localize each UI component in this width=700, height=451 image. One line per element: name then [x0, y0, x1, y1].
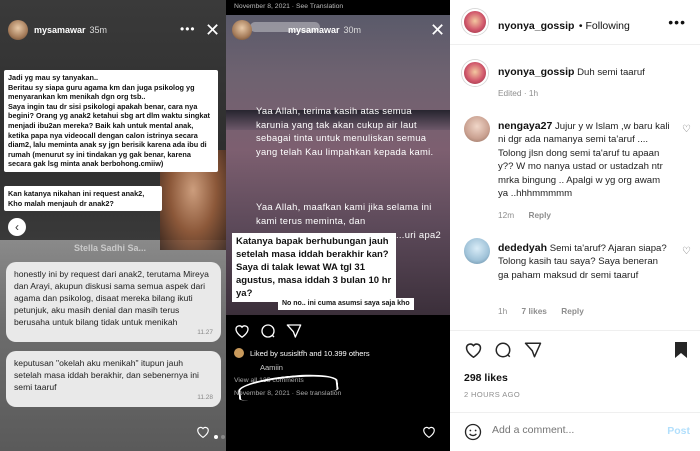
story-mid-footer-meta: November 8, 2021 · See translation [234, 390, 342, 397]
comment-2: dededyah Semi ta'aruf? Ajaran siapa? Tol… [498, 242, 670, 282]
heart-icon[interactable] [422, 425, 436, 438]
post-date: 2 HOURS AGO [464, 390, 521, 399]
comment-1-meta: 12m Reply [498, 210, 551, 220]
prayer-text-2: Yaa Allah, maafkan kami jika selama ini … [256, 201, 432, 226]
carousel-dot [221, 435, 225, 439]
caption-avatar[interactable] [462, 60, 488, 86]
comment-2-likes[interactable]: 7 likes [522, 306, 547, 316]
share-icon[interactable] [524, 341, 542, 359]
story-mid-top-meta: November 8, 2021 · See Translation [234, 3, 344, 10]
story-time: 30m [343, 25, 362, 35]
post-comment-button[interactable]: Post [667, 425, 690, 437]
comment-1-username[interactable]: nengaya27 [498, 120, 552, 132]
story-user-line: mysamawar 35m [34, 25, 107, 35]
post-panel: nyonya_gossip • Following ••• nyonya_gos… [450, 0, 700, 451]
heart-icon[interactable] [196, 425, 210, 438]
likes-count[interactable]: 298 likes [464, 372, 508, 384]
comment-1: nengaya27 Jujur y w Islam ,w baru kali n… [498, 120, 670, 200]
story-mid-panel: November 8, 2021 · See Translation mysam… [226, 0, 450, 451]
comment-avatar-nengaya27[interactable] [464, 116, 490, 142]
question-box: Katanya bapak berhubungan jauh setelah m… [232, 233, 396, 302]
chat-bubble-2: keputusan "okelah aku menikah" itupun ja… [6, 351, 221, 407]
following-button[interactable]: Following [586, 20, 630, 32]
comment-avatar-dededyah[interactable] [464, 238, 490, 264]
story-user-line: mysamawar 30m [288, 25, 361, 35]
watermark-text: Stella Sadhi Sa... [74, 243, 147, 253]
post-header: nyonya_gossip • Following ••• [450, 0, 700, 45]
like-heart-icon[interactable] [464, 341, 483, 358]
liked-by-avatar [234, 348, 244, 358]
story-time: 35m [89, 25, 108, 35]
bookmark-icon[interactable] [674, 341, 688, 359]
author-username[interactable]: nyonya_gossip [498, 20, 574, 32]
story-avatar[interactable] [8, 20, 28, 40]
prayer-text-2-tail: ...uri apa2 [396, 229, 441, 240]
reply-box: No no.. ini cuma asumsi saya saja kho [278, 298, 414, 310]
comment-1-reply-button[interactable]: Reply [528, 210, 551, 220]
add-comment-input[interactable] [492, 424, 642, 436]
question2-textbox: Kan katanya nikahan ini request anak2, K… [4, 186, 162, 212]
close-icon[interactable]: ✕ [430, 21, 445, 39]
heart-icon[interactable] [234, 323, 250, 338]
comment-icon[interactable] [494, 341, 512, 359]
author-line: nyonya_gossip • Following [498, 16, 630, 34]
chat-bubble-2-text: keputusan "okelah aku menikah" itupun ja… [14, 358, 199, 392]
carousel-dot-active [214, 435, 218, 439]
chat-bubble-1-time: 11.27 [197, 329, 213, 336]
story-username[interactable]: mysamawar [34, 25, 86, 35]
prayer-text-1: Yaa Allah, terima kasih atas semua karun… [256, 105, 434, 157]
comment-2-reply-button[interactable]: Reply [561, 306, 584, 316]
separator-dot: • [578, 20, 586, 32]
chat-bubble-2-time: 11.28 [197, 394, 213, 401]
comment-2-meta: 1h 7 likes Reply [498, 306, 584, 316]
question-textbox: Jadi yg mau sy tanyakan.. Beritau sy sia… [4, 70, 218, 172]
story-left-panel: mysamawar 35m ••• ✕ Jadi yg mau sy tanyak… [0, 0, 226, 451]
close-icon[interactable]: ✕ [205, 21, 220, 39]
story-username[interactable]: mysamawar [288, 25, 340, 35]
comment-1-time: 12m [498, 210, 515, 220]
caption-meta: Edited · 1h [498, 88, 539, 98]
comment-1-text: Jujur y w Islam ,w baru kali ni dgr ada … [498, 121, 670, 200]
comment-icon[interactable] [260, 323, 276, 339]
like-comment-heart-icon[interactable]: ♡ [682, 124, 691, 135]
emoji-icon[interactable] [464, 423, 482, 441]
previous-story-button[interactable]: ‹ [8, 218, 26, 236]
share-icon[interactable] [286, 323, 302, 339]
more-options-icon[interactable]: ••• [668, 14, 686, 30]
author-avatar[interactable] [462, 9, 488, 35]
chat-bubble-1: honestly ini by request dari anak2, teru… [6, 262, 221, 342]
caption: nyonya_gossip Duh semi taaruf [498, 66, 688, 79]
comment-2-username[interactable]: dededyah [498, 242, 547, 254]
comment-peek: Aamiin [260, 363, 283, 372]
comment-2-time: 1h [498, 306, 508, 316]
story-avatar[interactable] [232, 20, 252, 40]
caption-text: Duh semi taaruf [577, 67, 645, 78]
like-comment-heart-icon[interactable]: ♡ [682, 246, 691, 257]
chat-bubble-1-text: honestly ini by request dari anak2, teru… [14, 269, 209, 327]
caption-username[interactable]: nyonya_gossip [498, 66, 574, 78]
liked-by-text[interactable]: Liked by susisltfh and 10.399 others [250, 349, 370, 358]
add-comment-bar: Post [450, 412, 700, 451]
more-options-icon[interactable]: ••• [180, 22, 196, 36]
